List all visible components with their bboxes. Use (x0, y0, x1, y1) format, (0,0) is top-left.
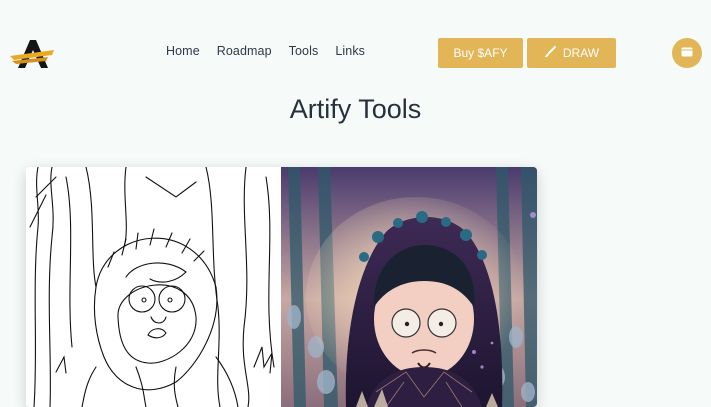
nav-links[interactable]: Links (335, 44, 365, 58)
nav-tools[interactable]: Tools (289, 44, 319, 58)
brush-icon (544, 45, 556, 61)
main-nav: Home Roadmap Tools Links (166, 44, 365, 58)
nav-home[interactable]: Home (166, 44, 200, 58)
draw-label: DRAW (562, 46, 600, 60)
nav-roadmap[interactable]: Roadmap (217, 44, 272, 58)
page-title: Artify Tools (289, 94, 422, 124)
artwork-comparison (26, 167, 537, 407)
wallet-button[interactable] (672, 38, 702, 68)
wallet-icon (681, 44, 693, 62)
painted-image (281, 167, 537, 407)
artify-logo[interactable] (8, 38, 56, 70)
sketch-image (26, 167, 281, 407)
buy-afy-label: Buy $AFY (453, 46, 508, 60)
buy-afy-button[interactable]: Buy $AFY (438, 38, 523, 68)
draw-button[interactable]: DRAW (527, 38, 616, 68)
